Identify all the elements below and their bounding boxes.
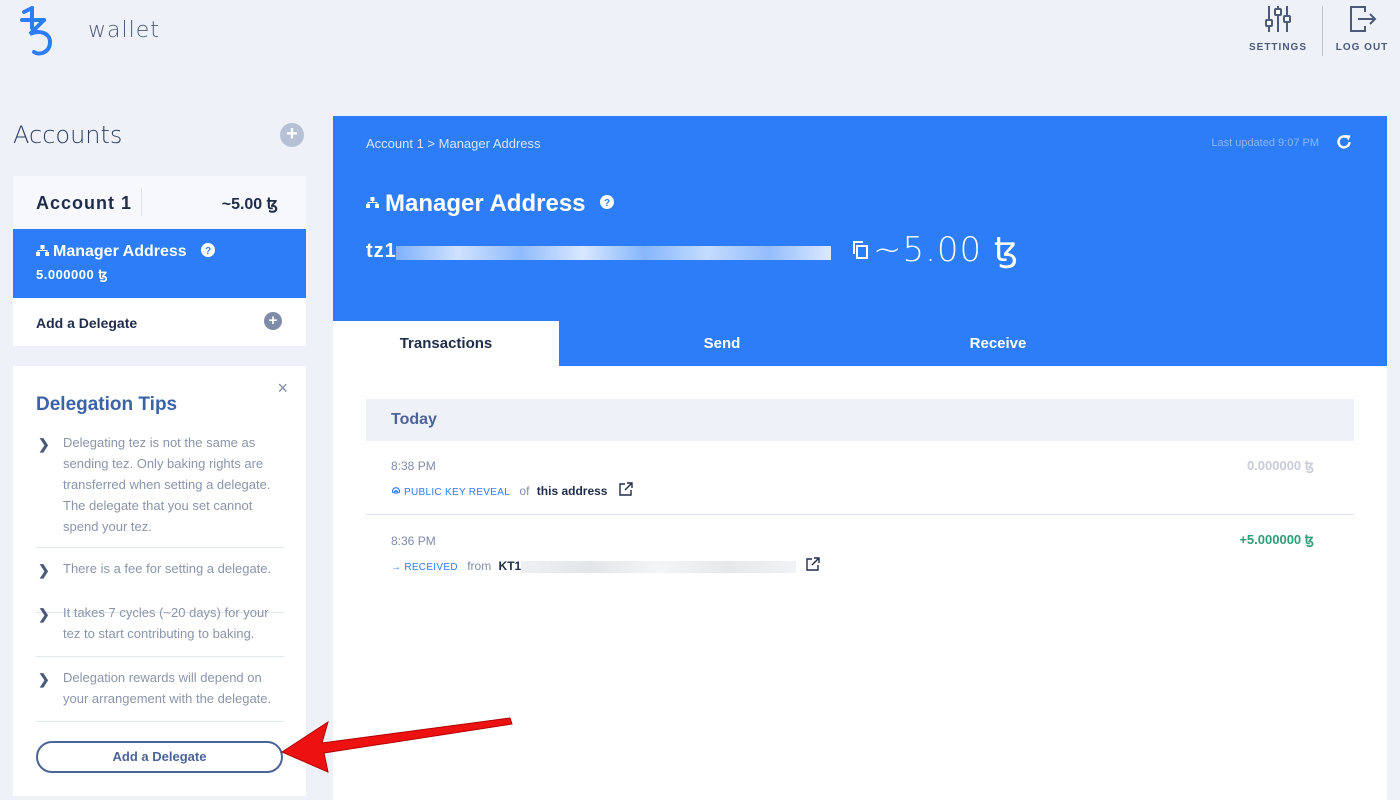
transaction-row: 8:36 PM +5.000000 ꜩ → RECEIVED from KT1 [366,532,1354,582]
add-delegate-label: Add a Delegate [36,315,138,331]
tips-title: Delegation Tips [36,394,178,415]
chevron-right-icon: ❯ [38,671,50,687]
add-delegate-item[interactable]: Add a Delegate + [13,298,306,346]
logout-button[interactable]: LOG OUT [1327,4,1397,58]
transaction-amount: 0.000000 ꜩ [1246,458,1314,473]
accounts-title: Accounts [13,121,123,149]
tip-text: There is a fee for setting a delegate. [63,561,272,576]
address-balance: ~5.00 ꜩ [873,230,1020,270]
chevron-right-icon: ❯ [38,562,50,578]
copy-icon[interactable] [851,240,869,260]
logout-label: LOG OUT [1335,42,1389,53]
fingerprint-icon [391,487,401,494]
day-header-label: Today [391,411,437,428]
transaction-time: 8:36 PM [391,534,436,548]
account-card: Account 1 ~5.00 ꜩ Manager Address ? 5.00… [13,176,306,346]
tip-text: It takes 7 cycles (~20 days) for your te… [63,605,269,641]
redacted-address [396,246,831,260]
manager-address-row: Manager Address ? [36,243,216,261]
close-icon[interactable]: × [277,378,288,399]
transaction-preposition: from [467,559,492,573]
manager-address-balance: 5.000000 ꜩ [36,267,109,282]
add-delegate-button[interactable]: Add a Delegate [36,741,283,773]
address-prefix: tz1 [366,240,397,262]
tab-send[interactable]: Send [611,321,833,366]
transaction-preposition: of [519,484,530,498]
tab-transactions[interactable]: Transactions [333,321,559,366]
transaction-target: KT1 [498,559,522,573]
manager-address-item[interactable]: Manager Address ? 5.000000 ꜩ [13,229,306,298]
logout-icon [1350,6,1377,32]
header-divider [1322,6,1323,56]
settings-label: SETTINGS [1248,42,1307,53]
refresh-icon[interactable] [1335,133,1353,151]
settings-button[interactable]: SETTINGS [1243,4,1313,58]
main-panel: Account 1 > Manager Address Last updated… [333,116,1387,800]
help-icon[interactable]: ? [600,195,615,209]
tip-item[interactable]: ❯ Delegating tez is not the same as send… [36,432,284,548]
address-banner: Account 1 > Manager Address Last updated… [333,116,1387,366]
transaction-divider [366,514,1354,515]
transaction-target: this address [536,484,608,498]
tip-item[interactable]: ❯ Delegation rewards will depend on your… [36,667,284,722]
help-icon[interactable]: ? [201,243,216,257]
breadcrumb: Account 1 > Manager Address [366,136,541,151]
manager-address-label: Manager Address [53,243,187,260]
tezos-logo-icon [20,6,53,56]
page-title: Manager Address ? [366,190,615,218]
transaction-detail: → RECEIVED from KT1 [391,557,820,573]
svg-text:?: ? [205,246,211,257]
external-link-icon[interactable] [619,482,633,496]
day-header: Today [366,399,1354,441]
transaction-kind: RECEIVED [404,562,458,573]
transaction-row: 8:38 PM 0.000000 ꜩ PUBLIC KEY REVEAL of … [366,457,1354,514]
transaction-amount: +5.000000 ꜩ [1239,532,1314,547]
svg-text:?: ? [604,198,610,209]
hierarchy-icon [366,197,379,208]
delegation-tips-panel: × Delegation Tips ❯ Delegating tez is no… [13,366,306,796]
transaction-detail: PUBLIC KEY REVEAL of this address [391,482,633,498]
transaction-time: 8:38 PM [391,459,436,473]
tab-bar: Transactions Send Receive [333,321,1387,366]
tip-text: Delegation rewards will depend on your a… [63,670,272,706]
tab-receive[interactable]: Receive [887,321,1109,366]
account-header[interactable]: Account 1 ~5.00 ꜩ [13,176,306,229]
account-balance: ~5.00 ꜩ [221,196,278,213]
add-account-button[interactable]: + [280,123,304,147]
add-delegate-plus-icon[interactable]: + [264,312,282,330]
hierarchy-icon [36,245,49,256]
transaction-kind: PUBLIC KEY REVEAL [404,487,511,498]
account-divider [141,188,142,216]
red-arrow-annotation [280,717,513,773]
tip-text: Delegating tez is not the same as sendin… [63,435,271,534]
settings-sliders-icon [1265,6,1291,32]
arrow-right-icon: → [391,562,402,573]
account-name: Account 1 [36,193,133,213]
tip-item[interactable]: ❯ It takes 7 cycles (~20 days) for your … [36,602,284,657]
tezos-logo [18,6,58,58]
external-link-icon[interactable] [805,557,820,571]
last-updated: Last updated 9:07 PM [1211,137,1319,149]
chevron-right-icon: ❯ [38,606,50,622]
page-title-text: Manager Address [385,190,586,217]
app-name: wallet [88,18,160,43]
chevron-right-icon: ❯ [38,436,50,452]
redacted-address [521,560,797,573]
